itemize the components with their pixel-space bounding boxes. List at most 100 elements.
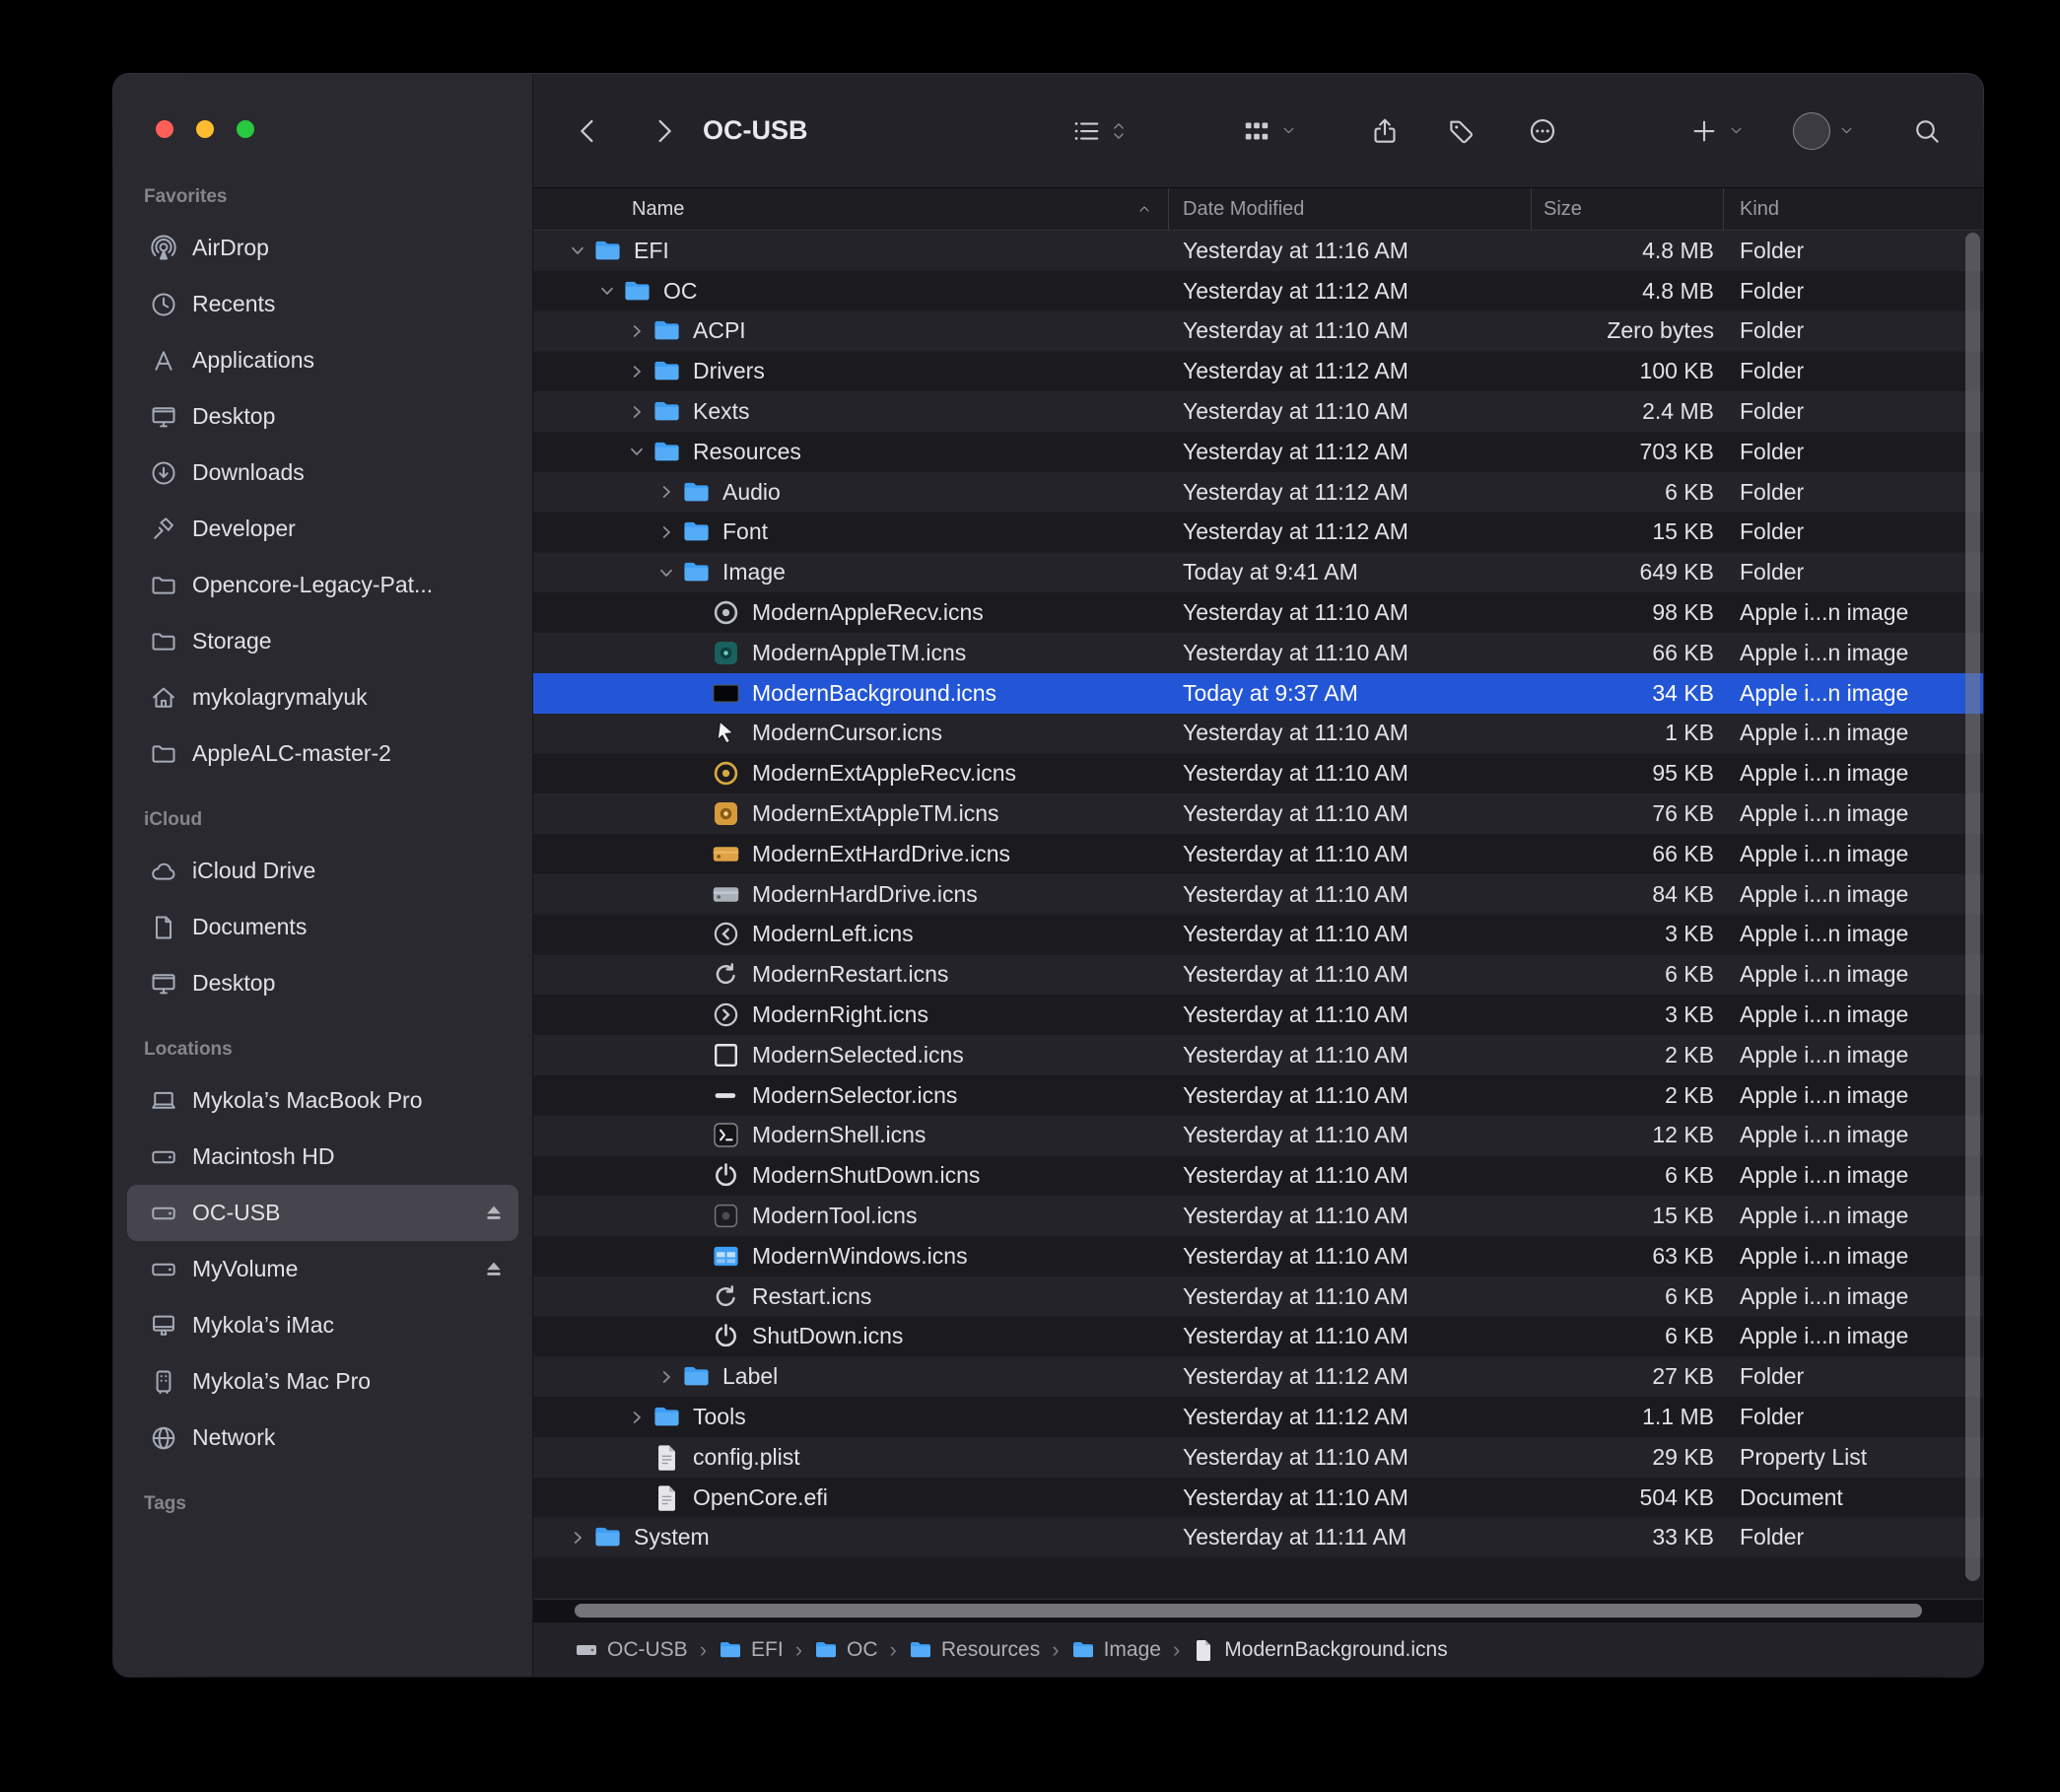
file-row[interactable]: ModernRestart.icns Yesterday at 11:10 AM… bbox=[533, 954, 1983, 995]
file-row[interactable]: ModernAppleRecv.icns Yesterday at 11:10 … bbox=[533, 592, 1983, 633]
file-row[interactable]: ModernTool.icns Yesterday at 11:10 AM 15… bbox=[533, 1196, 1983, 1236]
file-row[interactable]: Label Yesterday at 11:12 AM 27 KB Folder bbox=[533, 1356, 1983, 1397]
sidebar-item-recents[interactable]: Recents bbox=[127, 276, 518, 332]
sidebar-item-applications[interactable]: Applications bbox=[127, 332, 518, 388]
file-row[interactable]: Image Today at 9:41 AM 649 KB Folder bbox=[533, 552, 1983, 592]
group-grid-button[interactable] bbox=[1241, 74, 1298, 187]
column-header-date-modified[interactable]: Date Modified bbox=[1169, 188, 1532, 230]
date-modified: Yesterday at 11:10 AM bbox=[1169, 841, 1532, 867]
more-button[interactable] bbox=[1527, 74, 1558, 187]
disclosure-open-icon[interactable] bbox=[652, 558, 681, 587]
eject-icon[interactable] bbox=[481, 1257, 507, 1282]
file-row[interactable]: Drivers Yesterday at 11:12 AM 100 KB Fol… bbox=[533, 351, 1983, 391]
disclosure-closed-icon[interactable] bbox=[563, 1523, 592, 1552]
sidebar-item-storage[interactable]: Storage bbox=[127, 613, 518, 669]
sidebar-item-macintosh-hd[interactable]: Macintosh HD bbox=[127, 1129, 518, 1185]
search-button[interactable] bbox=[1911, 74, 1943, 187]
file-row[interactable]: ACPI Yesterday at 11:10 AM Zero bytes Fo… bbox=[533, 311, 1983, 352]
disclosure-open-icon[interactable] bbox=[563, 236, 592, 265]
tag-button[interactable] bbox=[1446, 74, 1477, 187]
account-button[interactable] bbox=[1793, 74, 1856, 187]
file-row[interactable]: OpenCore.efi Yesterday at 11:10 AM 504 K… bbox=[533, 1478, 1983, 1518]
sidebar-item-desktop[interactable]: Desktop bbox=[127, 388, 518, 445]
disclosure-closed-icon[interactable] bbox=[652, 517, 681, 547]
file-row[interactable]: ModernWindows.icns Yesterday at 11:10 AM… bbox=[533, 1236, 1983, 1276]
horizontal-scrollbar-thumb[interactable] bbox=[575, 1604, 1922, 1618]
disclosure-open-icon[interactable] bbox=[622, 437, 652, 466]
file-row[interactable]: Tools Yesterday at 11:12 AM 1.1 MB Folde… bbox=[533, 1397, 1983, 1437]
column-header-name[interactable]: Name bbox=[533, 188, 1169, 230]
path-item-oc-usb[interactable]: OC-USB bbox=[575, 1638, 688, 1662]
file-row[interactable]: ModernLeft.icns Yesterday at 11:10 AM 3 … bbox=[533, 915, 1983, 955]
disclosure-closed-icon[interactable] bbox=[622, 357, 652, 386]
vertical-scrollbar[interactable] bbox=[1965, 233, 1980, 1589]
file-row[interactable]: ModernExtAppleRecv.icns Yesterday at 11:… bbox=[533, 753, 1983, 793]
sidebar-item-myvolume[interactable]: MyVolume bbox=[127, 1241, 518, 1297]
disclosure-closed-icon[interactable] bbox=[622, 1403, 652, 1432]
sidebar-item-documents[interactable]: Documents bbox=[127, 899, 518, 955]
forward-button[interactable] bbox=[648, 74, 679, 187]
file-row[interactable]: ModernBackground.icns Today at 9:37 AM 3… bbox=[533, 673, 1983, 714]
file-row[interactable]: ModernExtAppleTM.icns Yesterday at 11:10… bbox=[533, 793, 1983, 834]
file-row[interactable]: config.plist Yesterday at 11:10 AM 29 KB… bbox=[533, 1437, 1983, 1478]
sidebar-item-downloads[interactable]: Downloads bbox=[127, 445, 518, 501]
close-button[interactable] bbox=[156, 120, 173, 138]
zoom-button[interactable] bbox=[237, 120, 254, 138]
sidebar-item-opencore-legacy-pat-[interactable]: Opencore-Legacy-Pat... bbox=[127, 557, 518, 613]
vertical-scrollbar-thumb[interactable] bbox=[1965, 233, 1980, 1581]
file-size: 29 KB bbox=[1532, 1444, 1724, 1471]
file-row[interactable]: ShutDown.icns Yesterday at 11:10 AM 6 KB… bbox=[533, 1317, 1983, 1357]
file-row[interactable]: ModernExtHardDrive.icns Yesterday at 11:… bbox=[533, 834, 1983, 874]
file-row[interactable]: ModernRight.icns Yesterday at 11:10 AM 3… bbox=[533, 995, 1983, 1035]
column-header-size[interactable]: Size bbox=[1532, 188, 1724, 230]
date-modified: Yesterday at 11:10 AM bbox=[1169, 1243, 1532, 1270]
column-header-kind[interactable]: Kind bbox=[1724, 188, 1983, 230]
minimize-button[interactable] bbox=[196, 120, 214, 138]
path-item-resources[interactable]: Resources bbox=[909, 1638, 1040, 1662]
sidebar-item-network[interactable]: Network bbox=[127, 1410, 518, 1466]
file-row[interactable]: ModernHardDrive.icns Yesterday at 11:10 … bbox=[533, 874, 1983, 915]
path-item-efi[interactable]: EFI bbox=[719, 1638, 784, 1662]
path-item-modernbackground-icns[interactable]: ModernBackground.icns bbox=[1192, 1638, 1447, 1662]
file-row[interactable]: Restart.icns Yesterday at 11:10 AM 6 KB … bbox=[533, 1276, 1983, 1317]
sidebar-item-icloud-drive[interactable]: iCloud Drive bbox=[127, 843, 518, 899]
file-row[interactable]: ModernShell.icns Yesterday at 11:10 AM 1… bbox=[533, 1116, 1983, 1156]
file-row[interactable]: ModernSelector.icns Yesterday at 11:10 A… bbox=[533, 1075, 1983, 1116]
sidebar-item-mykola-s-imac[interactable]: Mykola’s iMac bbox=[127, 1297, 518, 1353]
disclosure-open-icon[interactable] bbox=[592, 276, 622, 306]
sidebar-item-airdrop[interactable]: AirDrop bbox=[127, 220, 518, 276]
disclosure-closed-icon[interactable] bbox=[622, 397, 652, 427]
back-button[interactable] bbox=[573, 74, 604, 187]
share-button[interactable] bbox=[1369, 74, 1401, 187]
disclosure-closed-icon[interactable] bbox=[652, 1362, 681, 1392]
path-item-oc[interactable]: OC bbox=[814, 1638, 878, 1662]
disclosure-closed-icon[interactable] bbox=[652, 477, 681, 507]
sidebar-item-applealc-master-2[interactable]: AppleALC-master-2 bbox=[127, 725, 518, 782]
file-row[interactable]: EFI Yesterday at 11:16 AM 4.8 MB Folder bbox=[533, 231, 1983, 271]
chevron-updown-icon bbox=[1110, 118, 1128, 144]
file-row[interactable]: Kexts Yesterday at 11:10 AM 2.4 MB Folde… bbox=[533, 391, 1983, 432]
sidebar-item-mykola-s-macbook-pro[interactable]: Mykola’s MacBook Pro bbox=[127, 1072, 518, 1129]
sidebar-item-oc-usb[interactable]: OC-USB bbox=[127, 1185, 518, 1241]
new-button[interactable] bbox=[1688, 74, 1746, 187]
date-modified: Yesterday at 11:10 AM bbox=[1169, 317, 1532, 344]
sidebar-item-developer[interactable]: Developer bbox=[127, 501, 518, 557]
view-list-button[interactable] bbox=[1070, 74, 1128, 187]
disclosure-closed-icon[interactable] bbox=[622, 316, 652, 346]
sidebar-item-mykolagrymalyuk[interactable]: mykolagrymalyuk bbox=[127, 669, 518, 725]
file-row[interactable]: ModernAppleTM.icns Yesterday at 11:10 AM… bbox=[533, 633, 1983, 673]
file-row[interactable]: ModernSelected.icns Yesterday at 11:10 A… bbox=[533, 1035, 1983, 1075]
file-row[interactable]: OC Yesterday at 11:12 AM 4.8 MB Folder bbox=[533, 271, 1983, 311]
eject-icon[interactable] bbox=[481, 1201, 507, 1226]
sidebar-item-desktop[interactable]: Desktop bbox=[127, 955, 518, 1011]
path-item-image[interactable]: Image bbox=[1071, 1638, 1161, 1662]
file-row[interactable]: ModernShutDown.icns Yesterday at 11:10 A… bbox=[533, 1155, 1983, 1196]
horizontal-scrollbar[interactable] bbox=[533, 1599, 1983, 1621]
file-row[interactable]: System Yesterday at 11:11 AM 33 KB Folde… bbox=[533, 1518, 1983, 1558]
file-row[interactable]: ModernCursor.icns Yesterday at 11:10 AM … bbox=[533, 714, 1983, 754]
file-name: ModernExtHardDrive.icns bbox=[752, 841, 1010, 867]
file-row[interactable]: Font Yesterday at 11:12 AM 15 KB Folder bbox=[533, 513, 1983, 553]
file-row[interactable]: Resources Yesterday at 11:12 AM 703 KB F… bbox=[533, 432, 1983, 472]
file-row[interactable]: Audio Yesterday at 11:12 AM 6 KB Folder bbox=[533, 472, 1983, 513]
sidebar-item-mykola-s-mac-pro[interactable]: Mykola’s Mac Pro bbox=[127, 1353, 518, 1410]
